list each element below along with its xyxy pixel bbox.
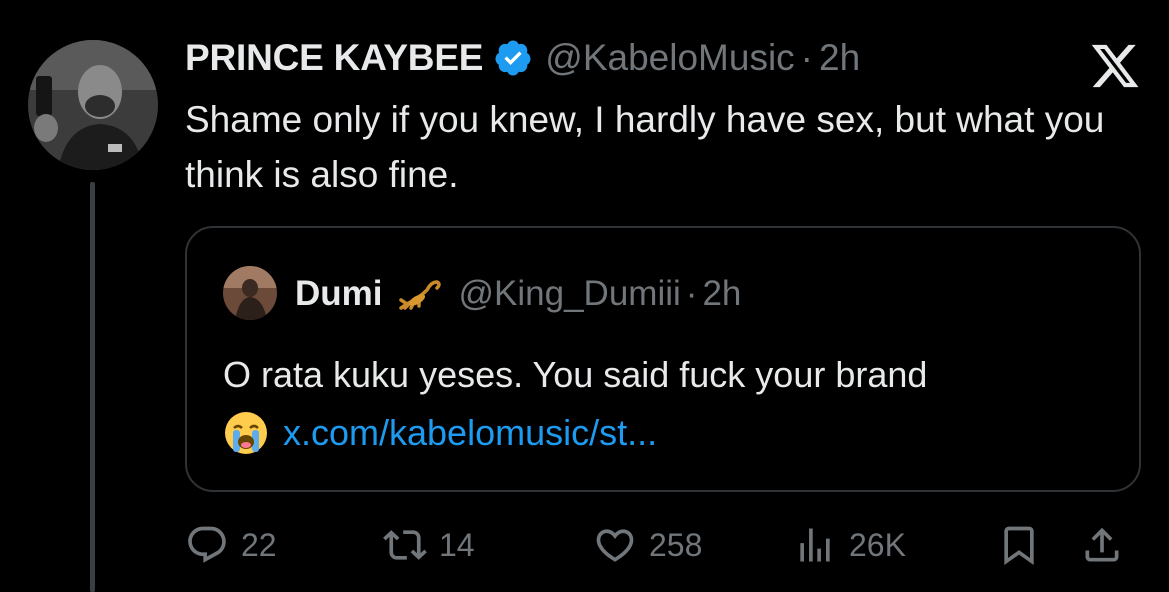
verified-badge-icon: [495, 40, 531, 76]
like-button[interactable]: 258: [593, 520, 702, 570]
x-logo-icon: [1091, 44, 1139, 88]
quoted-tweet-header: Dumi @King_Dumiii · 2h: [295, 272, 741, 316]
dot-separator: ·: [800, 37, 813, 78]
heart-icon: [596, 529, 634, 562]
tweet-action-bar: 22 14 258 26K: [185, 520, 1135, 570]
quoted-author-display-name[interactable]: Dumi: [295, 274, 383, 314]
like-count: 258: [649, 526, 703, 563]
tweet-text: Shame only if you knew, I hardly have se…: [185, 99, 1105, 195]
scorpion-emoji-icon: [398, 280, 441, 310]
tweet-header: PRINCE KAYBEE @KabeloMusic · 2h: [185, 34, 860, 82]
share-icon: [1085, 527, 1119, 562]
quoted-tweet-card[interactable]: Dumi @King_Dumiii · 2h O rata kuku yeses…: [185, 226, 1141, 492]
quoted-tweet-text: O rata kuku yeses. You said fuck your br…: [223, 346, 1123, 462]
repost-count: 14: [439, 526, 475, 563]
bookmark-icon: [1004, 526, 1034, 566]
views-button[interactable]: 26K: [793, 520, 906, 570]
author-display-name[interactable]: PRINCE KAYBEE: [185, 37, 483, 79]
quoted-dot-separator: ·: [685, 274, 698, 313]
bookmark-button[interactable]: [997, 520, 1053, 570]
tweet-timestamp[interactable]: 2h: [819, 37, 860, 79]
repost-icon: [383, 530, 427, 560]
reply-button[interactable]: 22: [185, 520, 277, 570]
views-icon: [800, 528, 830, 562]
quoted-author-handle[interactable]: @King_Dumiii: [459, 274, 681, 314]
repost-button[interactable]: 14: [383, 520, 475, 570]
author-handle[interactable]: @KabeloMusic: [545, 37, 794, 79]
quoted-author-avatar[interactable]: [223, 266, 277, 320]
quoted-tweet-timestamp[interactable]: 2h: [702, 274, 741, 314]
thread-line: [90, 182, 95, 592]
quoted-tweet-link[interactable]: x.com/kabelomusic/st...: [283, 404, 657, 462]
reply-count: 22: [241, 526, 277, 563]
loudly-crying-face-emoji-icon: [225, 412, 267, 454]
reply-icon: [188, 526, 226, 563]
view-count: 26K: [849, 526, 906, 563]
quoted-text-line: O rata kuku yeses. You said fuck your br…: [223, 354, 928, 395]
share-button[interactable]: [1080, 520, 1136, 570]
author-avatar[interactable]: [28, 40, 158, 170]
